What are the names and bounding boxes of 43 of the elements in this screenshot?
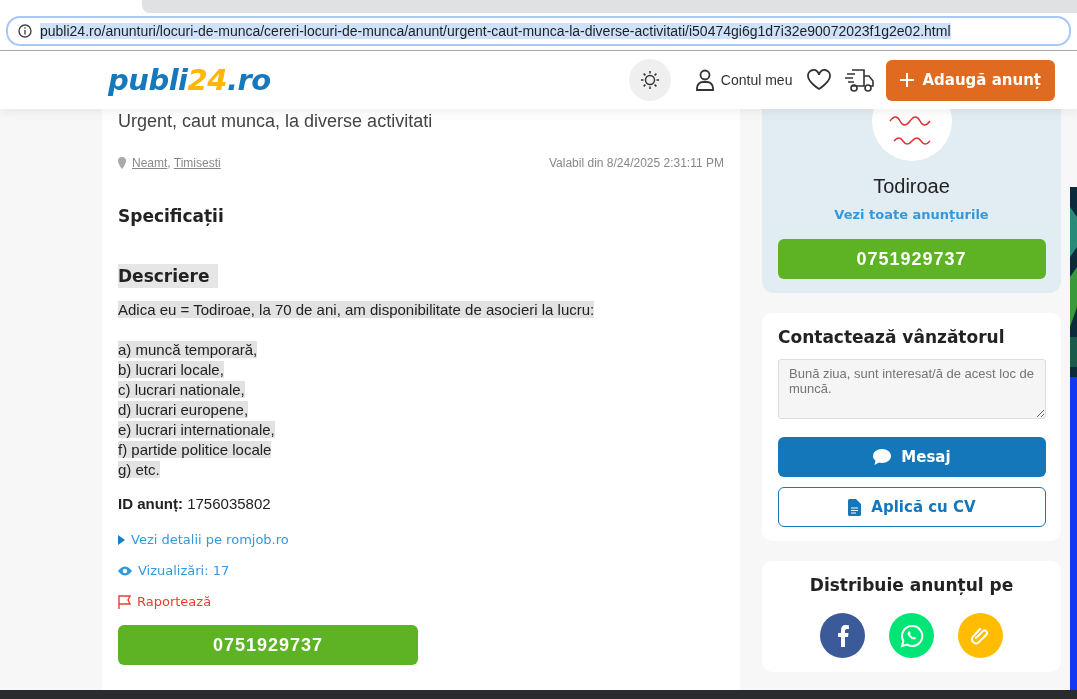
location-pin-icon <box>118 157 126 169</box>
whatsapp-icon <box>899 623 924 648</box>
url-text: publi24.ro/anunturi/locuri-de-munca/cereri-locuri-de-munca/anunt/urgent-caut-munca-la-diverse-activitati/i50474gi6g1d7i32e90072023f1g2e02.html <box>40 23 951 39</box>
separator: , <box>167 156 171 170</box>
address-bar[interactable]: publi24.ro/anunturi/locuri-de-munca/cereri-locuri-de-munca/anunt/urgent-caut-munca-la-diverse-activitati/i50474gi6g1d7i32e90072023f1g2e02.html <box>6 16 1071 46</box>
apply-cv-button[interactable]: Aplică cu CV <box>778 487 1046 527</box>
listing-title: Urgent, caut munca, la diverse activitati <box>118 111 434 132</box>
card-heading: Contactează vânzătorul <box>778 327 1006 347</box>
chat-bubble-icon <box>873 449 892 465</box>
caret-icon <box>118 534 125 545</box>
add-listing-button[interactable]: Adaugă anunț <box>886 59 1055 101</box>
listing-id: ID anunț: 1756035802 <box>118 495 272 512</box>
user-icon <box>694 69 715 91</box>
card-heading: Distribuie anunțul pe <box>809 575 1014 595</box>
phone-button[interactable]: 0751929737 <box>777 239 1046 279</box>
section-heading: Specificații <box>118 206 225 226</box>
logo[interactable]: publi24.ro <box>108 63 271 97</box>
truck-icon <box>844 67 875 93</box>
sun-icon <box>639 70 660 90</box>
message-field[interactable]: Bună ziua, sunt interesat/ă de acest loc de muncă. <box>778 359 1046 419</box>
all-listings-link[interactable]: Vezi toate anunțurile <box>828 206 995 223</box>
description: Adica eu = Todiroae, la 70 de ani, am disponibilitate de asocieri la lucru: a) muncă temporară, b) lucrari locale, c) lucrari nationale, d) lucrari europene, e) lucrari internationale, f) partide politice locale g) etc. <box>118 300 596 480</box>
eye-icon <box>118 565 132 576</box>
seller-name: Todiroae <box>873 175 950 198</box>
plus-icon <box>900 73 915 87</box>
heart-icon <box>806 69 833 91</box>
details-link[interactable]: Vezi detalii pe romjob.ro <box>118 532 289 547</box>
section-heading: Descriere <box>118 264 218 288</box>
views-count: Vizualizări: 17 <box>138 563 230 578</box>
location-link[interactable]: Timisesti <box>173 156 221 170</box>
flag-icon <box>118 594 131 609</box>
info-icon <box>18 24 32 38</box>
report-link[interactable]: Raportează <box>118 594 212 609</box>
favorites-button[interactable] <box>806 69 833 91</box>
message-button[interactable]: Mesaj <box>778 437 1046 477</box>
account-button[interactable]: Contul meu <box>694 69 793 91</box>
facebook-icon <box>836 624 849 647</box>
document-icon <box>848 498 862 516</box>
theme-toggle-button[interactable] <box>628 59 671 101</box>
valid-date: Valabil din 8/24/2025 2:31:11 PM <box>549 156 724 170</box>
delivery-button[interactable] <box>844 67 875 93</box>
phone-button[interactable]: 0751929737 <box>118 625 418 665</box>
share-button[interactable] <box>820 613 865 658</box>
